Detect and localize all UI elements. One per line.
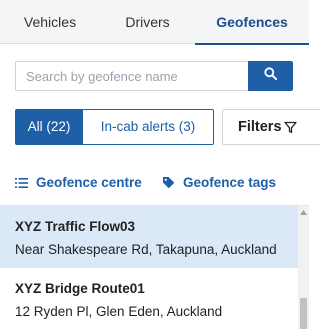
tab-drivers[interactable]: Drivers	[100, 0, 195, 44]
top-tab-bar: Vehicles Drivers Geofences	[0, 0, 309, 45]
search-button[interactable]	[248, 61, 293, 91]
filters-button[interactable]: Filters	[222, 109, 320, 145]
tab-geofences[interactable]: Geofences	[195, 0, 309, 45]
search-icon	[264, 67, 277, 85]
geofence-tags-label: Geofence tags	[183, 175, 277, 190]
scrollbar-thumb[interactable]	[300, 298, 307, 329]
geofence-name: XYZ Bridge Route01	[15, 281, 145, 296]
filters-label: Filters	[238, 119, 282, 135]
list-icon	[15, 175, 36, 190]
in-cab-alerts-segment[interactable]: In-cab alerts (3)	[83, 109, 214, 145]
geofence-centre-link[interactable]: Geofence centre	[15, 174, 142, 192]
tag-icon	[162, 175, 183, 190]
geofence-address: 12 Ryden Pl, Glen Eden, Auckland	[15, 304, 223, 319]
geofence-search-input[interactable]	[15, 61, 248, 91]
tab-vehicles[interactable]: Vehicles	[0, 0, 100, 44]
geofence-name: XYZ Traffic Flow03	[15, 219, 136, 234]
geofence-address: Near Shakespeare Rd, Takapuna, Auckland	[15, 242, 277, 257]
geofence-tags-link[interactable]: Geofence tags	[162, 174, 276, 192]
geofence-centre-label: Geofence centre	[36, 175, 142, 190]
scroll-up-arrow-icon[interactable]	[298, 208, 309, 216]
list-scrollbar[interactable]	[298, 206, 309, 329]
geofence-list-item[interactable]: XYZ Bridge Route01 12 Ryden Pl, Glen Ede…	[0, 268, 298, 330]
geofence-list-item[interactable]: XYZ Traffic Flow03 Near Shakespeare Rd, …	[0, 206, 298, 268]
all-geofences-segment[interactable]: All (22)	[15, 109, 83, 145]
